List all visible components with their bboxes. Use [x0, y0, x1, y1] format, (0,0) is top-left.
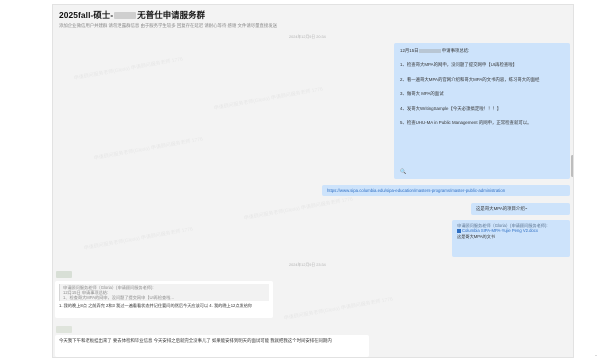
avatar[interactable] [56, 271, 72, 278]
chat-window: 申请顾问服务老师(Gloria) 申请顾问服务老师 1776 申请顾问服务老师(… [52, 4, 574, 358]
outgoing-message-summary[interactable]: 12月15日 申请事项总结: 1、检查哥大MPA的网申，没问题了提交网申【UI再… [394, 43, 570, 179]
outgoing-message-link[interactable]: https://www.sipa.columbia.edu/sipa-educa… [322, 185, 570, 196]
watermark: 申请顾问服务老师(Gloria) 申请顾问服务老师 1776 [283, 296, 394, 322]
scrollbar-thumb[interactable] [571, 155, 573, 177]
message-line: 12月15日 申请事项总结: [400, 48, 470, 53]
watermark: 申请顾问服务老师(Gloria) 申请顾问服务老师 1776 [73, 56, 184, 82]
watermark: 申请顾问服务老师(Gloria) 申请顾问服务老师 1776 [83, 226, 194, 252]
timestamp: 2024年12月9日 20:34 [289, 35, 326, 39]
corner-mark: · [595, 353, 597, 359]
redacted-name [114, 12, 137, 19]
outgoing-message-quote[interactable]: 申请顾问服务老师（Gloria）(申请顾问服务老师): Columbia SIP… [452, 220, 570, 257]
message-line: 4、发哥大WritingSample【今天必须搞定啦！！！】 [400, 105, 502, 111]
message-text: 1. 我的晚上8点 之前弄完 2和3 我过一遍看看状态并记住要问的然后今天应该可… [59, 303, 253, 308]
file-name[interactable]: Columbia SIPA-MPA-Yujie Peng V2.docx [462, 228, 538, 233]
message-text: 这是哥大MPA的文书 [457, 234, 496, 240]
timestamp: 2024年12月9日 23:34 [289, 263, 326, 267]
chat-header: 2025fall-硕士- 无普仕申请服务群 添加企业微信用户并建群 请勿泄露群信息… [53, 5, 573, 35]
message-line: 2、看一遍哥大MPA的官网介绍和哥大MPA的文书内容，练习哥大的面经 [400, 76, 540, 82]
group-subtitle: 添加企业微信用户并建群 请勿泄露群信息 由于服务学生较多 回复存在延迟 请耐心等… [59, 23, 278, 28]
redacted-name [418, 48, 441, 53]
message-line: 5、检查UHU-MA in Public Management 的网申，正常检查… [400, 120, 532, 126]
incoming-message[interactable]: 今天我下午和老板挂出来了 要去体检和毕业信息 今天安排之后就完全没事儿了 如果能… [55, 335, 369, 357]
file-attachment[interactable]: Columbia SIPA-MPA-Yujie Peng V2.docx [457, 228, 565, 233]
watermark: 申请顾问服务老师(Gloria) 申请顾问服务老师 1776 [213, 86, 324, 112]
message-line: 3、做哥大 MPA的面试 [400, 91, 444, 97]
reply-quote: 申请顾问服务老师（Gloria）(申请顾问服务老师): 12月15日 申请事项总… [59, 284, 269, 301]
word-file-icon [457, 228, 461, 233]
watermark: 申请顾问服务老师(Gloria) 申请顾问服务老师 1776 [93, 136, 204, 162]
message-link[interactable]: https://www.sipa.columbia.edu/sipa-educa… [327, 188, 505, 193]
avatar[interactable] [56, 326, 72, 333]
group-title-prefix: 2025fall-硕士- [59, 10, 114, 20]
outgoing-message[interactable]: 这是哥大MPA的项目介绍~ [471, 203, 570, 215]
group-title-suffix: 无普仕申请服务群 [137, 10, 206, 20]
search-icon[interactable]: 🔍 [400, 170, 406, 175]
watermark: 申请顾问服务老师(Gloria) 申请顾问服务老师 1776 [243, 196, 354, 222]
group-title: 2025fall-硕士- 无普仕申请服务群 [59, 9, 567, 21]
message-line: 1、检查哥大MPA的网申，没问题了提交网申【UI再检查啦】 [400, 62, 518, 67]
incoming-message-reply[interactable]: 申请顾问服务老师（Gloria）(申请顾问服务老师): 12月15日 申请事项总… [55, 281, 273, 318]
quote-line: 1、检查哥大MPA的网申，没问题了提交网申【UI再检查啦... [63, 295, 174, 300]
